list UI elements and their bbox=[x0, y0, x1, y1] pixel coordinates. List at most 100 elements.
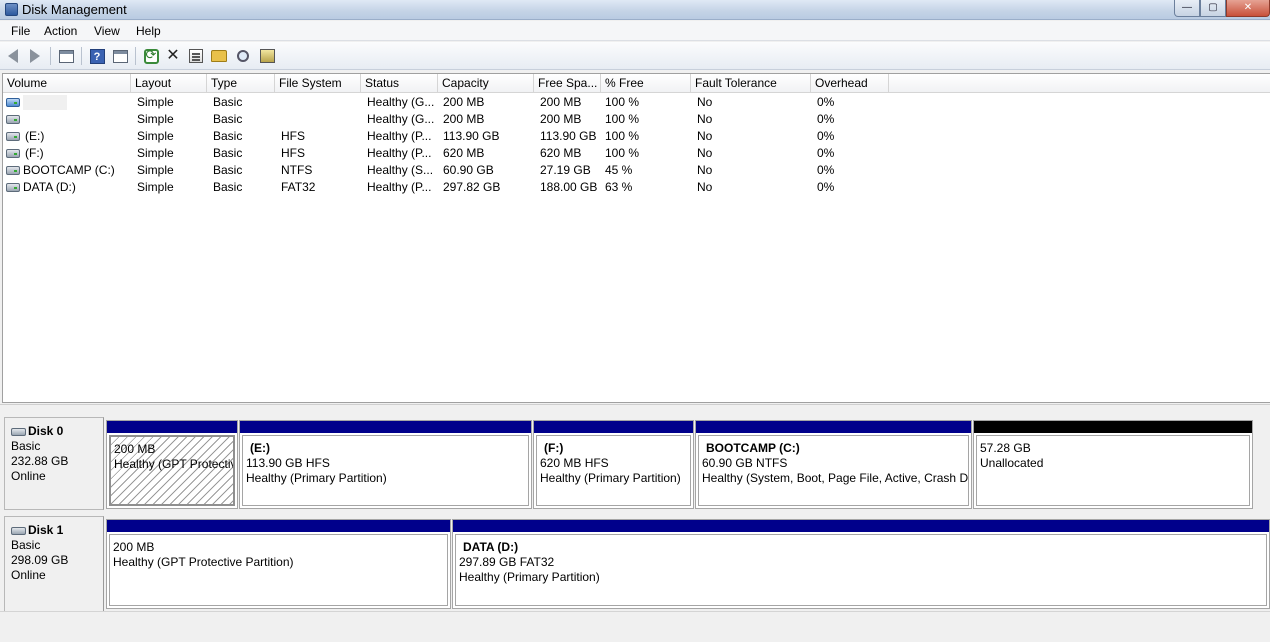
partition-status: Healthy (Primary Partition) bbox=[459, 570, 600, 584]
volume-list[interactable]: Volume Layout Type File System Status Ca… bbox=[2, 73, 1270, 403]
volume-icon bbox=[6, 149, 20, 158]
forward-icon[interactable] bbox=[26, 47, 44, 65]
column-layout[interactable]: Layout bbox=[131, 74, 207, 93]
partition-name: (E:) bbox=[250, 441, 270, 455]
volume-percent-free: 100 % bbox=[605, 112, 640, 126]
column-capacity[interactable]: Capacity bbox=[438, 74, 534, 93]
volume-overhead: 0% bbox=[817, 163, 835, 177]
volume-free-space: 27.19 GB bbox=[540, 163, 591, 177]
volume-fault-tolerance: No bbox=[697, 163, 713, 177]
disk-0-label[interactable]: Disk 0 Basic 232.88 GB Online bbox=[4, 417, 104, 510]
status-strip bbox=[0, 611, 1270, 642]
partition-size: 60.90 GB NTFS bbox=[702, 456, 788, 470]
partition-unallocated[interactable]: 57.28 GB Unallocated bbox=[973, 420, 1253, 509]
column-type[interactable]: Type bbox=[207, 74, 275, 93]
partition-name: DATA (D:) bbox=[463, 540, 519, 554]
partition-status: Healthy (Primary Partition) bbox=[246, 471, 387, 485]
partition-gpt-protective[interactable]: 200 MB Healthy (GPT Protective Partition… bbox=[106, 420, 238, 509]
column-overhead[interactable]: Overhead bbox=[811, 74, 889, 93]
partition-size: 200 MB bbox=[113, 540, 155, 554]
volume-file-system: FAT32 bbox=[281, 180, 316, 194]
delete-icon[interactable]: ✕ bbox=[164, 47, 182, 65]
partition-data-d[interactable]: DATA (D:) 297.89 GB FAT32 Healthy (Prima… bbox=[452, 519, 1270, 609]
volume-icon bbox=[6, 115, 20, 124]
volume-list-header: Volume Layout Type File System Status Ca… bbox=[3, 74, 1270, 93]
volume-file-system: NTFS bbox=[281, 163, 313, 177]
refresh-icon[interactable] bbox=[142, 47, 160, 65]
partition-body: BOOTCAMP (C:) 60.90 GB NTFS Healthy (Sys… bbox=[698, 435, 969, 506]
partition-band bbox=[696, 421, 971, 433]
partition-f[interactable]: (F:) 620 MB HFS Healthy (Primary Partiti… bbox=[533, 420, 694, 509]
disk-icon[interactable] bbox=[258, 47, 276, 65]
volume-type: Basic bbox=[213, 95, 243, 109]
volume-icon bbox=[6, 98, 20, 107]
volume-file-system: HFS bbox=[281, 146, 305, 160]
partition-size: 113.90 GB HFS bbox=[246, 456, 330, 470]
partition-band bbox=[107, 520, 450, 532]
volume-icon bbox=[6, 132, 20, 141]
hard-disk-icon bbox=[11, 427, 26, 436]
volume-row[interactable]: (E:) Simple Basic HFS Healthy (P... 113.… bbox=[3, 128, 1270, 145]
volume-row[interactable]: Simple Basic Healthy (G... 200 MB 200 MB… bbox=[3, 111, 1270, 128]
maximize-button[interactable]: ▢ bbox=[1200, 0, 1226, 17]
volume-status: Healthy (G... bbox=[367, 112, 435, 126]
volume-row[interactable]: DATA (D:) Simple Basic FAT32 Healthy (P.… bbox=[3, 179, 1270, 196]
volume-fault-tolerance: No bbox=[697, 95, 713, 109]
close-button[interactable]: ✕ bbox=[1226, 0, 1270, 17]
volume-percent-free: 63 % bbox=[605, 180, 633, 194]
partition-status: Healthy (GPT Protective Partition) bbox=[113, 555, 294, 569]
volume-capacity: 113.90 GB bbox=[443, 129, 500, 143]
partition-size: 620 MB HFS bbox=[540, 456, 609, 470]
column-percent-free[interactable]: % Free bbox=[601, 74, 691, 93]
menu-file[interactable]: File bbox=[11, 24, 30, 38]
volume-fault-tolerance: No bbox=[697, 112, 713, 126]
disk-name: Disk 1 bbox=[28, 523, 64, 537]
search-icon[interactable] bbox=[234, 47, 252, 65]
column-status[interactable]: Status bbox=[361, 74, 438, 93]
partition-size: 297.89 GB FAT32 bbox=[459, 555, 555, 569]
volume-overhead: 0% bbox=[817, 129, 835, 143]
partition-body: 200 MB Healthy (GPT Protective Partition… bbox=[109, 534, 448, 606]
volume-layout: Simple bbox=[137, 163, 174, 177]
action-pane-icon[interactable] bbox=[111, 47, 129, 65]
partition-body: (F:) 620 MB HFS Healthy (Primary Partiti… bbox=[536, 435, 691, 506]
console-tree-icon[interactable] bbox=[57, 47, 75, 65]
column-file-system[interactable]: File System bbox=[275, 74, 361, 93]
column-fault-tolerance[interactable]: Fault Tolerance bbox=[691, 74, 811, 93]
volume-name: BOOTCAMP (C:) bbox=[23, 163, 115, 177]
column-volume[interactable]: Volume bbox=[3, 74, 131, 93]
toolbar: ? ✕ bbox=[0, 42, 1270, 70]
volume-overhead: 0% bbox=[817, 95, 835, 109]
column-free-space[interactable]: Free Spa... bbox=[534, 74, 601, 93]
menu-help[interactable]: Help bbox=[136, 24, 161, 38]
volume-name-highlight bbox=[23, 95, 67, 110]
volume-row[interactable]: (F:) Simple Basic HFS Healthy (P... 620 … bbox=[3, 145, 1270, 162]
open-icon[interactable] bbox=[210, 47, 228, 65]
volume-status: Healthy (P... bbox=[367, 180, 432, 194]
menu-view[interactable]: View bbox=[94, 24, 120, 38]
help-icon[interactable]: ? bbox=[88, 47, 106, 65]
volume-type: Basic bbox=[213, 129, 243, 143]
partition-bootcamp-c[interactable]: BOOTCAMP (C:) 60.90 GB NTFS Healthy (Sys… bbox=[695, 420, 972, 509]
back-icon[interactable] bbox=[4, 47, 22, 65]
menu-action[interactable]: Action bbox=[44, 24, 77, 38]
minimize-button[interactable]: — bbox=[1174, 0, 1200, 17]
partition-gpt-protective[interactable]: 200 MB Healthy (GPT Protective Partition… bbox=[106, 519, 451, 609]
volume-free-space: 620 MB bbox=[540, 146, 582, 160]
volume-name: (F:) bbox=[25, 146, 44, 160]
partition-band bbox=[107, 421, 237, 433]
volume-capacity: 60.90 GB bbox=[443, 163, 494, 177]
volume-type: Basic bbox=[213, 180, 243, 194]
volume-status: Healthy (P... bbox=[367, 129, 432, 143]
volume-icon bbox=[6, 166, 20, 175]
disk-kind: Basic bbox=[11, 538, 41, 552]
partition-e[interactable]: (E:) 113.90 GB HFS Healthy (Primary Part… bbox=[239, 420, 532, 509]
volume-row[interactable]: BOOTCAMP (C:) Simple Basic NTFS Healthy … bbox=[3, 162, 1270, 179]
disk-1-label[interactable]: Disk 1 Basic 298.09 GB Online bbox=[4, 516, 104, 612]
properties-icon[interactable] bbox=[187, 47, 205, 65]
partition-size: 200 MB bbox=[114, 442, 156, 456]
partition-body: 57.28 GB Unallocated bbox=[976, 435, 1250, 506]
window-title: Disk Management bbox=[22, 2, 127, 17]
volume-overhead: 0% bbox=[817, 180, 835, 194]
volume-row[interactable]: Simple Basic Healthy (G... 200 MB 200 MB… bbox=[3, 94, 1270, 111]
